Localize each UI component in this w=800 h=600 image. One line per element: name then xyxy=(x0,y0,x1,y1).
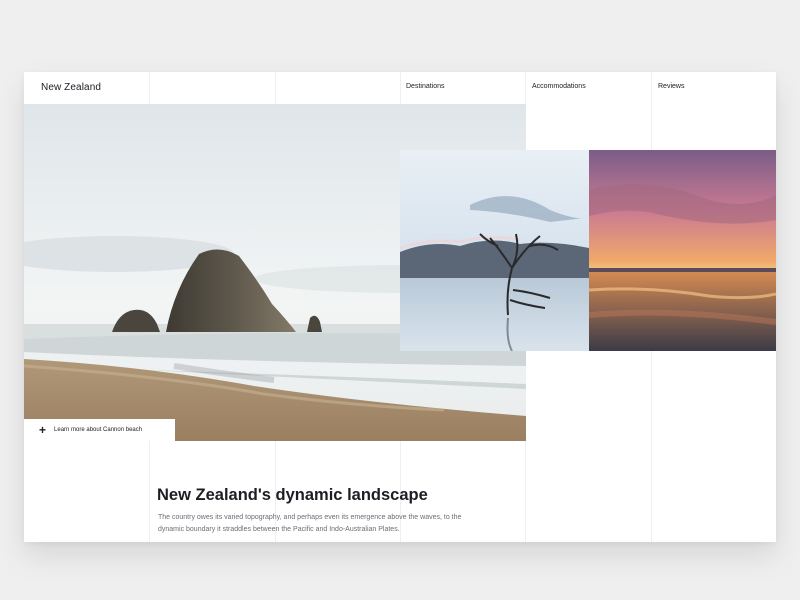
article-body: The country owes its varied topography, … xyxy=(158,514,462,533)
sunset-beach-photo xyxy=(589,150,776,351)
nav-item-destinations[interactable]: Destinations xyxy=(406,83,445,90)
page-card: New Zealand Destinations Accommodations … xyxy=(24,72,776,542)
lake-tree-photo xyxy=(400,150,589,351)
learn-more-label: Learn more about Cannon beach xyxy=(54,427,143,433)
plus-icon: + xyxy=(39,423,47,437)
learn-more-link[interactable]: + Learn more about Cannon beach xyxy=(24,419,175,441)
nav-item-accommodations[interactable]: Accommodations xyxy=(532,83,586,90)
brand-logo[interactable]: New Zealand xyxy=(41,82,101,93)
nav-item-reviews[interactable]: Reviews xyxy=(658,83,684,90)
article-title: New Zealand's dynamic landscape xyxy=(157,486,428,504)
